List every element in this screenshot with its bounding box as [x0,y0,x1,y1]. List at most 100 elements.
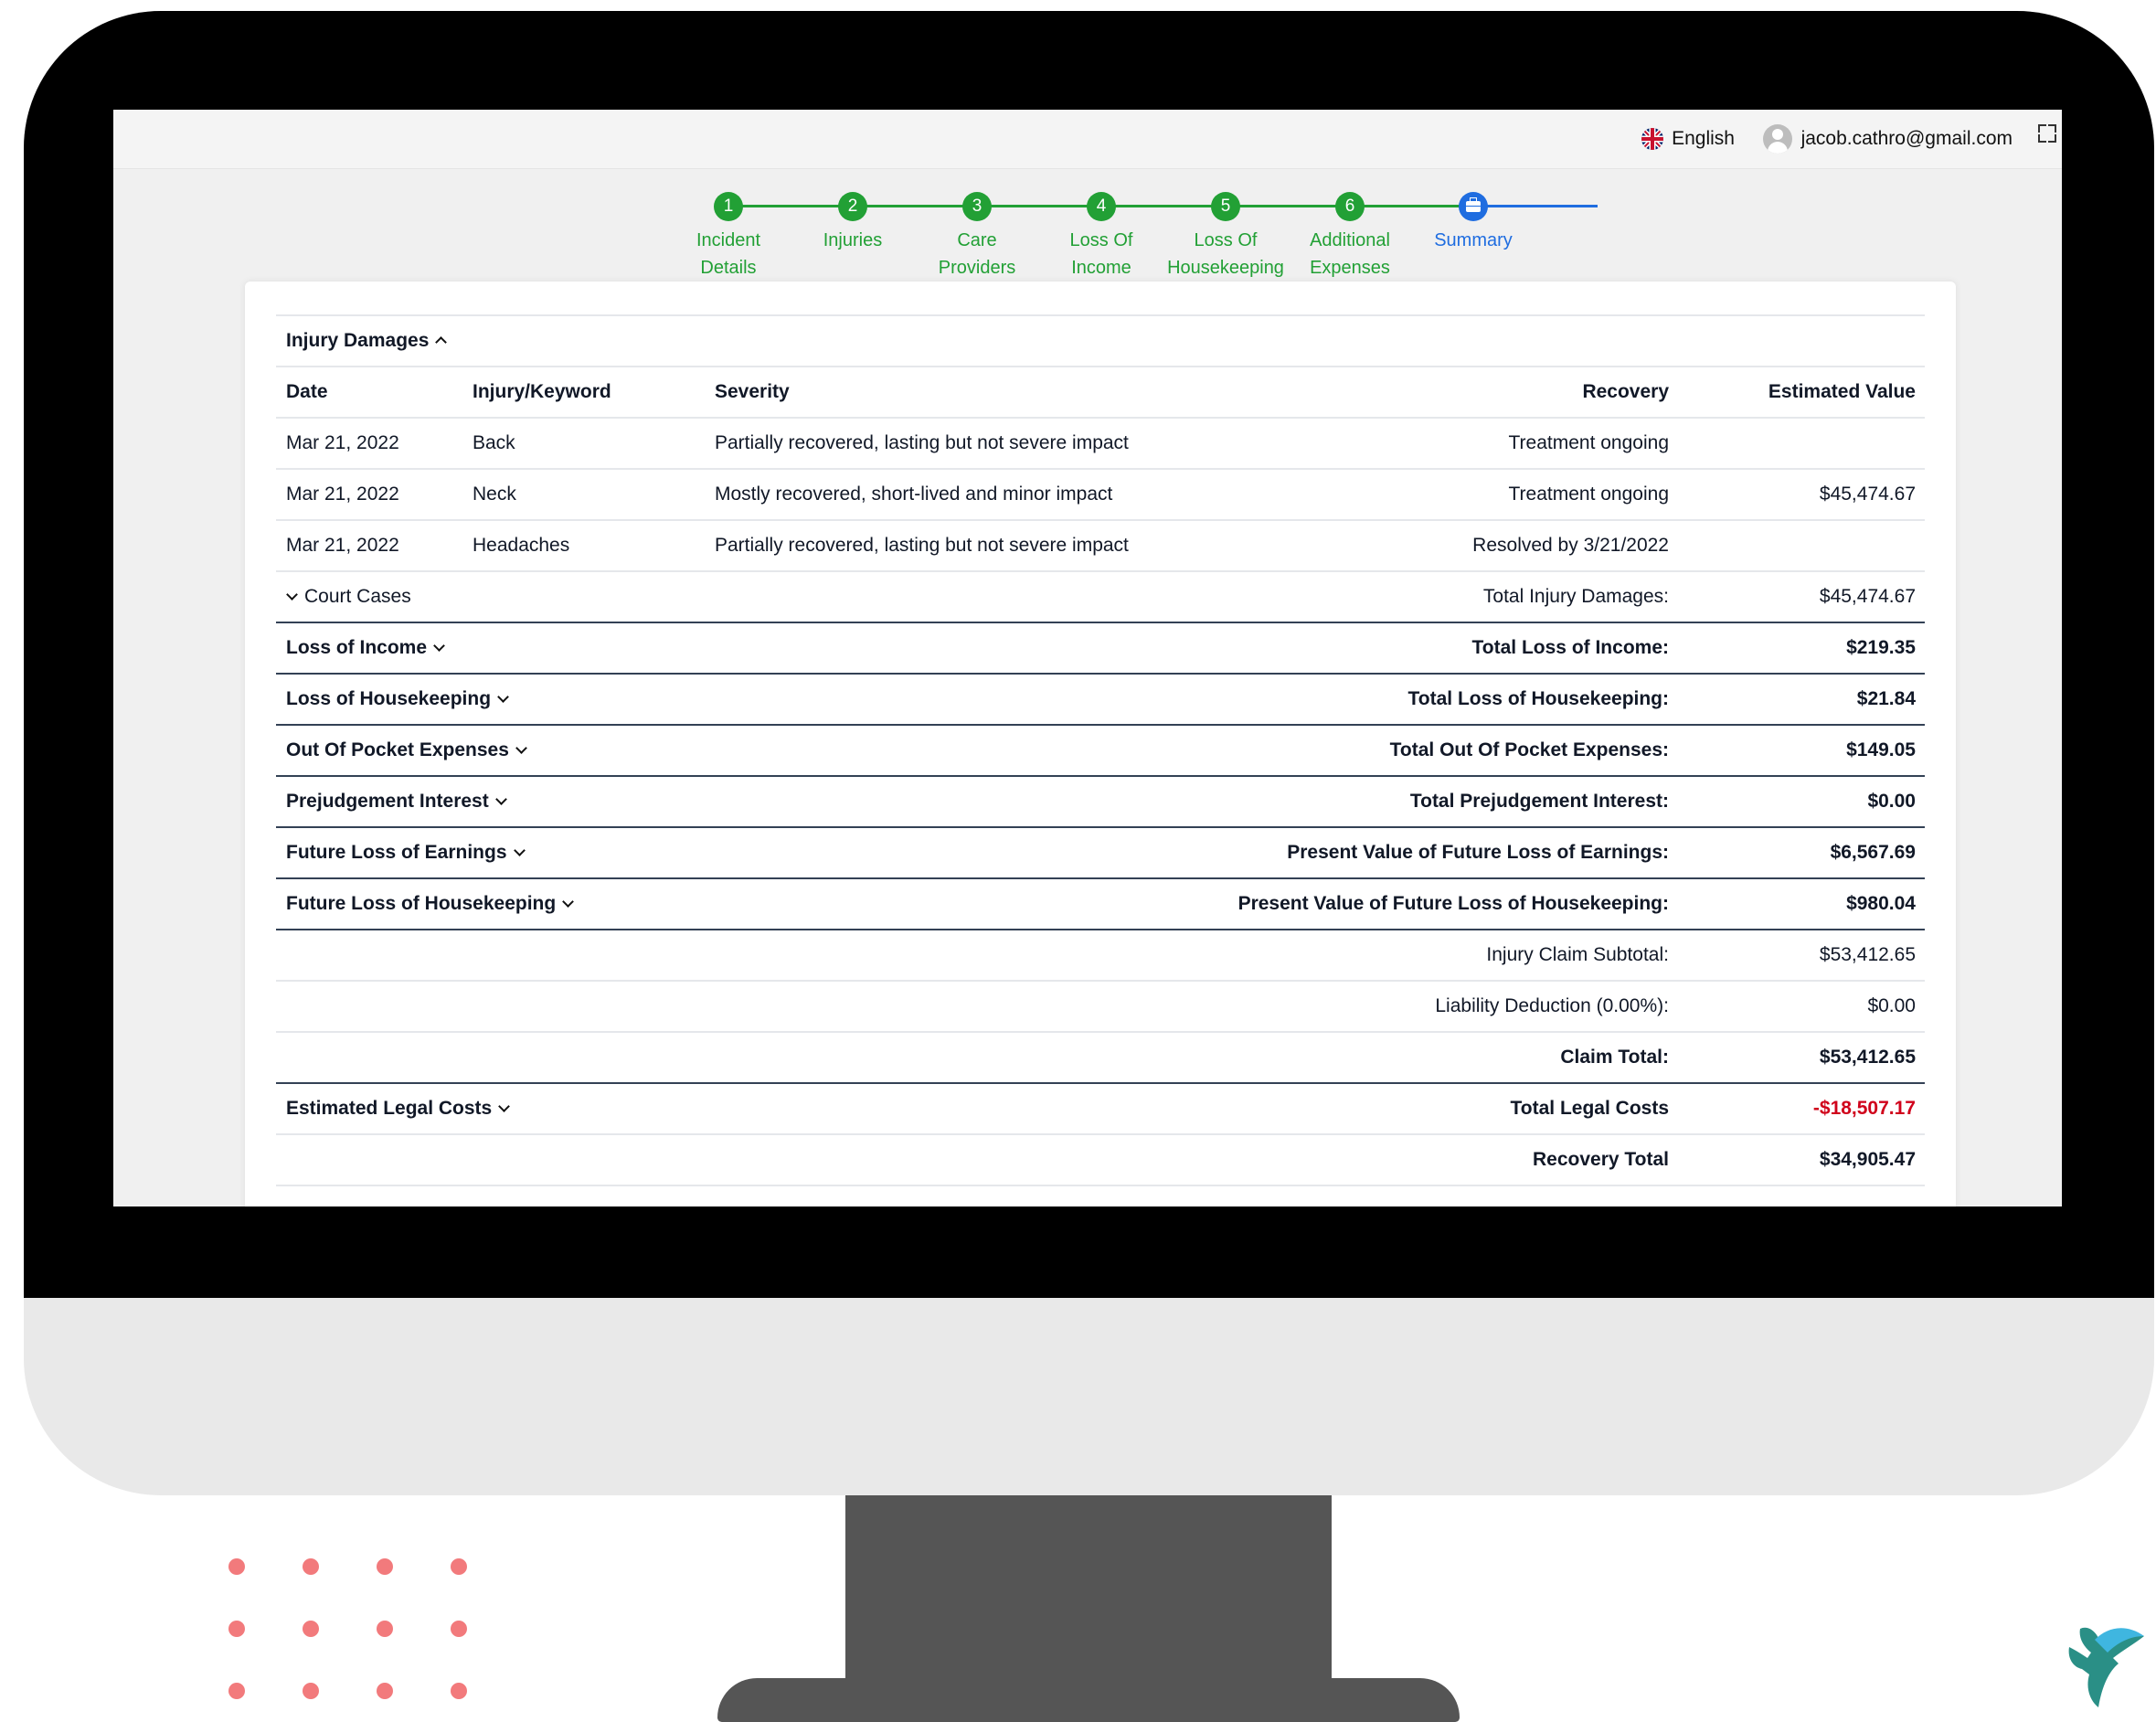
section-total-label: Total Out Of Pocket Expenses: [1389,739,1669,760]
step-label-line2: Details [700,258,757,278]
recovery-total-value: $34,905.47 [1819,1149,1916,1170]
section-total-value: $219.35 [1846,637,1916,658]
liability-deduction-row: Liability Deduction (0.00%): $0.00 [276,982,1925,1033]
step-number: 4 [1087,192,1116,221]
language-selector[interactable]: English [1641,121,1735,157]
legal-costs-label: Total Legal Costs [1510,1098,1669,1119]
user-menu[interactable]: jacob.cathro@gmail.com [1762,121,2013,157]
table-header-row: Date Injury/Keyword Severity Recovery Es… [276,367,1925,419]
step-incident-details[interactable]: 1 Incident Details [660,192,797,282]
dot [377,1558,393,1575]
section-title: Future Loss of Earnings [286,842,507,863]
row-recovery: Resolved by 3/21/2022 [1472,535,1669,556]
section-title-wrap: Loss of Housekeeping [286,675,509,724]
recovery-total-row: Recovery Total $34,905.47 [276,1135,1925,1186]
dot [451,1683,467,1699]
total-value: $45,474.67 [1819,586,1916,607]
table-row: Mar 21, 2022 Neck Mostly recovered, shor… [276,470,1925,521]
step-label-line2: Expenses [1310,258,1390,278]
injury-damages-header[interactable]: Injury Damages [276,314,1925,367]
court-cases-toggle[interactable]: Court Cases [286,572,411,622]
decorative-dots [228,1558,484,1705]
table-row: Mar 21, 2022 Back Partially recovered, l… [276,419,1925,470]
row-injury: Headaches [473,535,570,556]
step-summary[interactable]: Summary [1405,192,1542,254]
section-total-value: $6,567.69 [1830,842,1916,863]
dot [377,1621,393,1637]
step-loss-of-housekeeping[interactable]: 5 Loss Of Housekeeping [1157,192,1294,282]
step-care-providers[interactable]: 3 Care Providers [908,192,1046,282]
claim-total-row: Claim Total: $53,412.65 [276,1033,1925,1084]
step-number: 1 [714,192,743,221]
step-label-line1: Summary [1434,230,1513,250]
step-label-line1: Additional [1310,230,1390,250]
progress-stepper: 1 Incident Details 2 Injuries 3 Care Pro… [113,168,2062,278]
uk-flag-icon [1641,128,1664,150]
chevron-down-icon [497,691,509,703]
step-label-line1: Injuries [823,230,883,250]
step-number: 3 [962,192,992,221]
injury-damages-total-row: Court Cases Total Injury Damages: $45,47… [276,572,1925,623]
column-header-date: Date [286,381,328,402]
section-estimated-legal-costs[interactable]: Estimated Legal Costs Total Legal Costs … [276,1084,1925,1135]
app-screen: English jacob.cathro@gmail.com 1 Inciden… [113,110,2062,1206]
injury-damages-title: Injury Damages [286,330,430,351]
step-loss-of-income[interactable]: 4 Loss Of Income [1033,192,1170,282]
step-number: 6 [1335,192,1365,221]
dot [228,1558,245,1575]
step-label-line1: Care [957,230,997,250]
monitor-frame: English jacob.cathro@gmail.com 1 Inciden… [24,11,2154,1495]
row-recovery: Treatment ongoing [1508,432,1670,453]
step-label-line1: Incident [696,230,761,250]
dot [377,1683,393,1699]
row-severity: Partially recovered, lasting but not sev… [715,432,1129,453]
chevron-down-icon [562,896,575,908]
step-label-line2: Providers [938,258,1016,278]
section-future-loss-of-housekeeping[interactable]: Future Loss of Housekeeping Present Valu… [276,879,1925,930]
chevron-down-icon [286,589,298,601]
section-total-value: $149.05 [1846,739,1916,760]
chevron-down-icon [433,640,445,652]
section-total-label: Total Loss of Housekeeping: [1407,688,1669,709]
top-bar: English jacob.cathro@gmail.com [113,110,2062,169]
section-title-wrap: Loss of Income [286,623,445,673]
section-title-wrap: Estimated Legal Costs [286,1084,511,1133]
section-title: Injury Damages [286,316,448,366]
section-total-label: Present Value of Future Loss of Earnings… [1287,842,1669,863]
row-injury: Back [473,432,515,453]
step-label-line2: Income [1071,258,1131,278]
row-recovery: Treatment ongoing [1508,484,1670,505]
step-injuries[interactable]: 2 Injuries [784,192,921,254]
column-header-recovery: Recovery [1582,381,1669,402]
section-title: Out Of Pocket Expenses [286,739,509,760]
section-prejudgement-interest[interactable]: Prejudgement Interest Total Prejudgement… [276,777,1925,828]
chevron-up-icon [435,336,448,348]
column-header-injury: Injury/Keyword [473,381,611,402]
row-date: Mar 21, 2022 [286,432,399,453]
row-value: $45,474.67 [1819,484,1916,505]
monitor-stand-base [717,1678,1460,1722]
row-injury: Neck [473,484,516,505]
section-loss-of-housekeeping[interactable]: Loss of Housekeeping Total Loss of House… [276,675,1925,726]
section-total-label: Total Prejudgement Interest: [1409,791,1669,812]
section-title-wrap: Future Loss of Housekeeping [286,879,575,929]
section-loss-of-income[interactable]: Loss of Income Total Loss of Income: $21… [276,623,1925,675]
briefcase-icon [1459,192,1488,221]
row-date: Mar 21, 2022 [286,484,399,505]
chevron-down-icon [494,793,507,805]
row-date: Mar 21, 2022 [286,535,399,556]
subtotal-label: Injury Claim Subtotal: [1486,944,1669,965]
summary-card: Injury Damages Date Injury/Keyword Sever… [245,282,1956,1206]
section-title: Loss of Housekeeping [286,688,492,709]
column-header-estimated-value: Estimated Value [1768,381,1916,402]
fullscreen-icon[interactable] [2038,124,2056,143]
injury-claim-subtotal-row: Injury Claim Subtotal: $53,412.65 [276,930,1925,982]
dot [228,1621,245,1637]
section-total-label: Present Value of Future Loss of Housekee… [1237,893,1669,914]
section-total-value: $21.84 [1856,688,1916,709]
dot [451,1621,467,1637]
section-out-of-pocket-expenses[interactable]: Out Of Pocket Expenses Total Out Of Pock… [276,726,1925,777]
step-additional-expenses[interactable]: 6 Additional Expenses [1281,192,1418,282]
section-title: Prejudgement Interest [286,791,489,812]
section-future-loss-of-earnings[interactable]: Future Loss of Earnings Present Value of… [276,828,1925,879]
